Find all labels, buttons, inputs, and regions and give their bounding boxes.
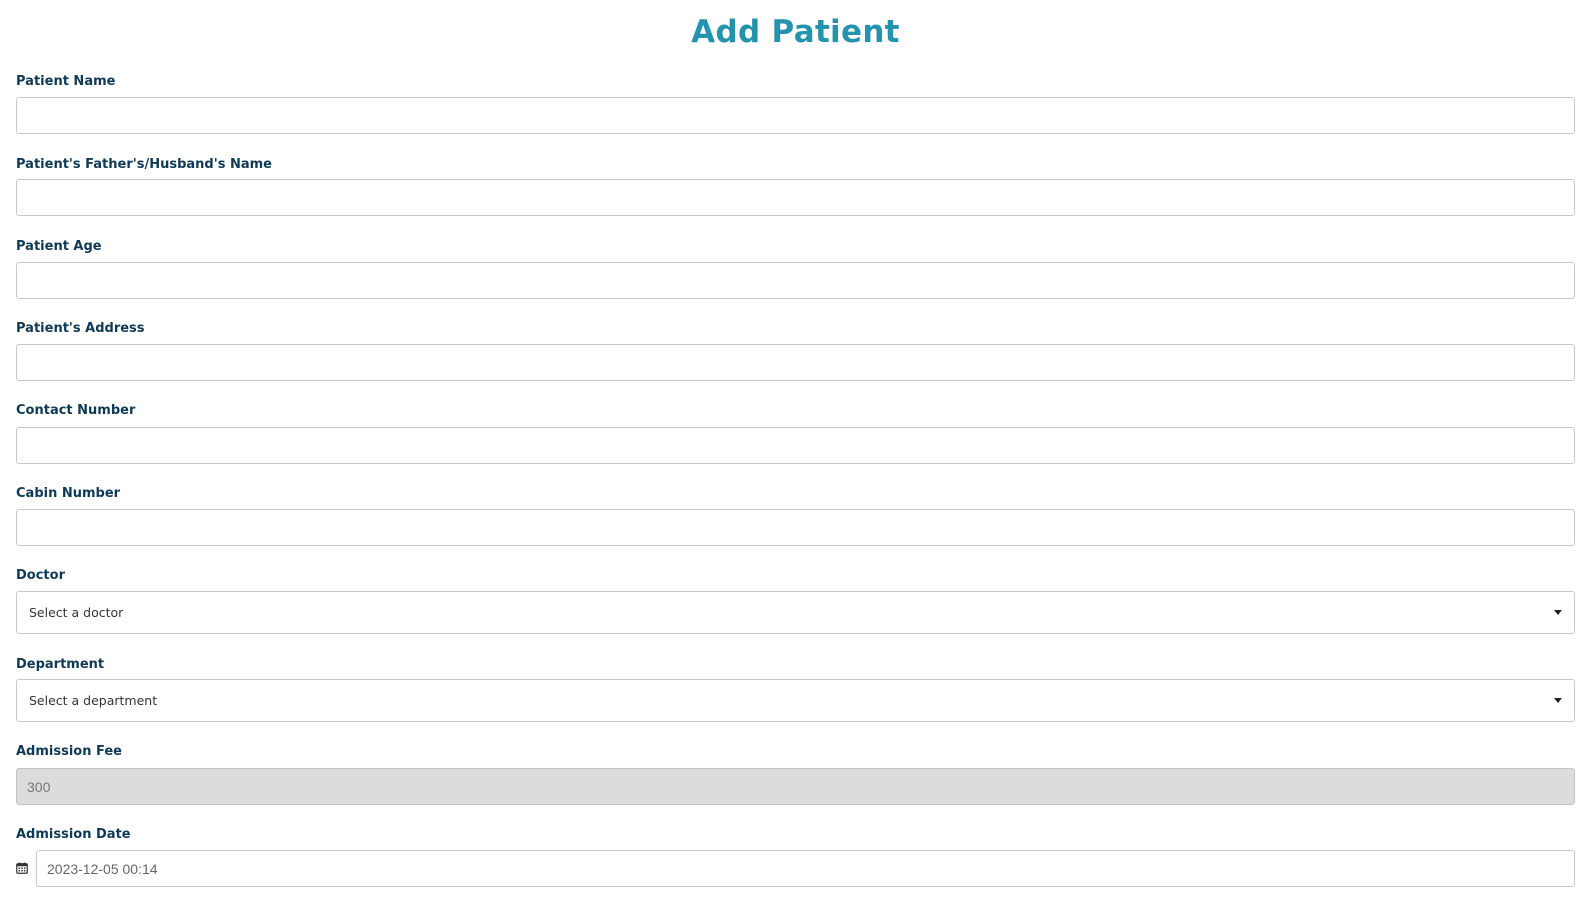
field-cabin-number: Cabin Number	[16, 486, 1575, 546]
patient-age-input[interactable]	[16, 262, 1575, 299]
field-patient-address: Patient's Address	[16, 321, 1575, 381]
admission-date-input[interactable]: 2023-12-05 00:14	[36, 850, 1575, 887]
guardian-name-label: Patient's Father's/Husband's Name	[16, 157, 272, 172]
patient-name-label: Patient Name	[16, 74, 116, 89]
doctor-selected-value: Select a doctor	[29, 605, 124, 620]
admission-fee-input: 300	[16, 768, 1575, 805]
field-department: Department Select a department	[16, 657, 1575, 722]
contact-number-input[interactable]	[16, 427, 1575, 464]
admission-fee-label: Admission Fee	[16, 744, 122, 759]
field-contact-number: Contact Number	[16, 403, 1575, 464]
chevron-down-icon[interactable]	[1554, 610, 1562, 615]
chevron-down-icon[interactable]	[1554, 698, 1562, 703]
cabin-number-label: Cabin Number	[16, 486, 121, 501]
admission-date-label: Admission Date	[16, 827, 131, 842]
admission-date-value: 2023-12-05 00:14	[47, 860, 158, 877]
cabin-number-input[interactable]	[16, 509, 1575, 546]
department-select[interactable]: Select a department	[16, 679, 1575, 722]
add-patient-form: Add Patient Patient Name Patient's Fathe…	[0, 0, 1591, 899]
field-admission-fee: Admission Fee 300	[16, 744, 1575, 805]
field-guardian-name: Patient's Father's/Husband's Name	[16, 157, 1575, 216]
department-selected-value: Select a department	[29, 693, 158, 708]
patient-address-label: Patient's Address	[16, 321, 145, 336]
doctor-label: Doctor	[16, 568, 65, 583]
field-patient-name: Patient Name	[16, 74, 1575, 134]
field-admission-date: Admission Date 2023-12-05 00:14	[16, 827, 1575, 887]
guardian-name-input[interactable]	[16, 179, 1575, 216]
doctor-select[interactable]: Select a doctor	[16, 591, 1575, 634]
field-doctor: Doctor Select a doctor	[16, 568, 1575, 634]
patient-address-input[interactable]	[16, 344, 1575, 381]
field-patient-age: Patient Age	[16, 239, 1575, 299]
patient-name-input[interactable]	[16, 97, 1575, 134]
calendar-icon[interactable]	[16, 862, 28, 874]
admission-fee-value: 300	[27, 778, 51, 795]
page-title: Add Patient	[691, 14, 900, 50]
contact-number-label: Contact Number	[16, 403, 136, 418]
admission-date-group: 2023-12-05 00:14	[16, 850, 1575, 887]
department-label: Department	[16, 657, 105, 672]
patient-age-label: Patient Age	[16, 239, 102, 254]
